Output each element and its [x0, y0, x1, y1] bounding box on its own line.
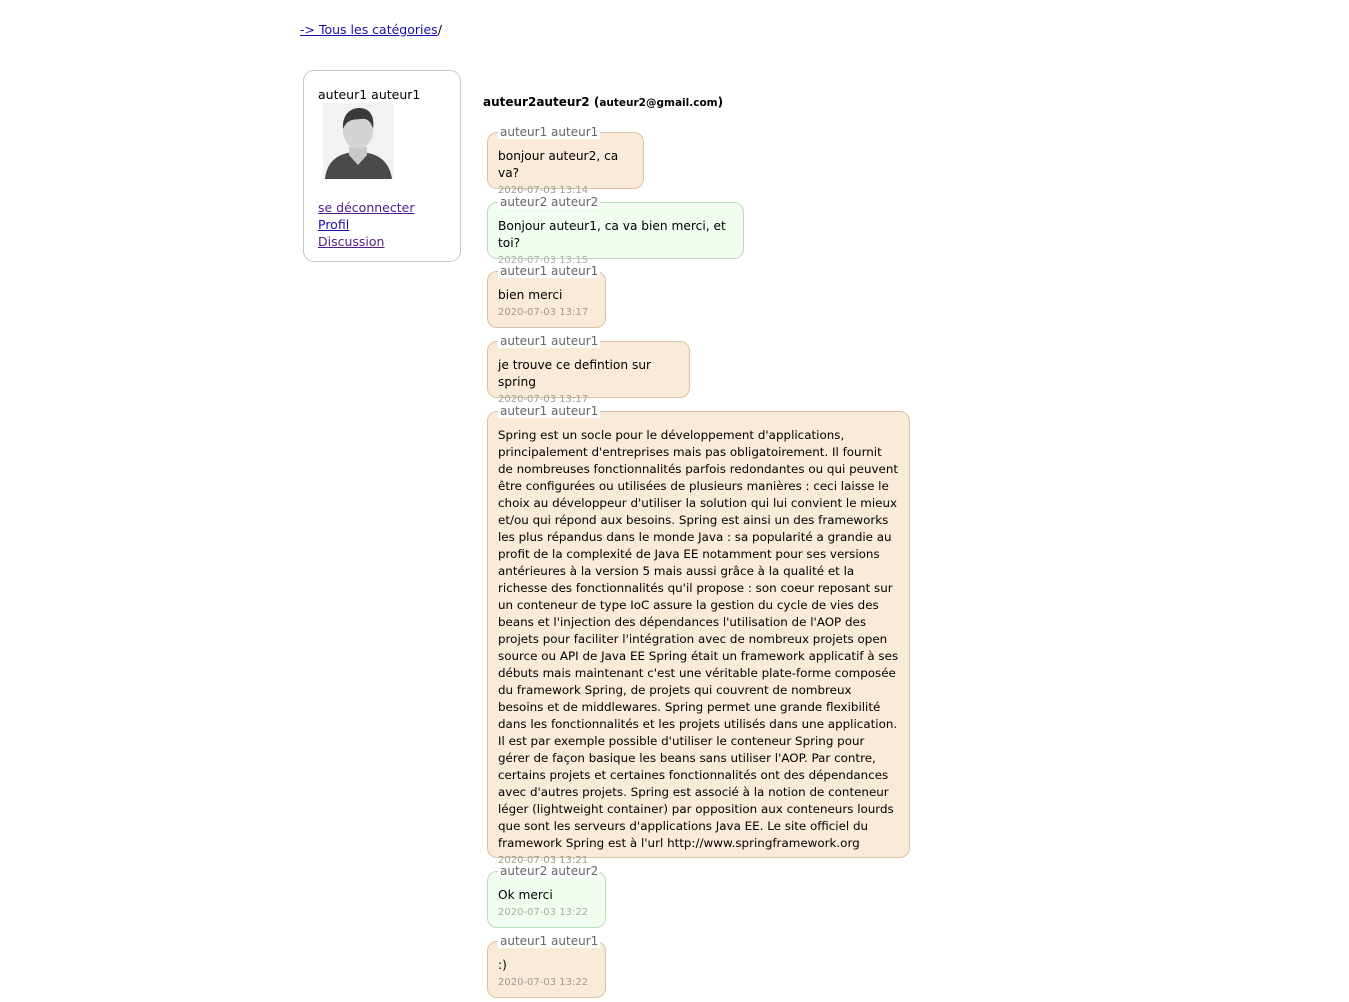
- message-author: auteur1 auteur1: [498, 125, 601, 139]
- breadcrumb-separator: /: [437, 22, 442, 37]
- message-text: bonjour auteur2, ca va?: [498, 149, 619, 180]
- message-author: auteur1 auteur1: [498, 404, 601, 418]
- user-name: auteur1 auteur1: [318, 87, 421, 102]
- message-time: 2020-07-03 13:17: [498, 307, 589, 318]
- person-avatar-icon: [323, 103, 394, 179]
- message-author: auteur1 auteur1: [498, 934, 601, 948]
- message-time: 2020-07-03 13:22: [498, 907, 589, 918]
- message-time: 2020-07-03 13:22: [498, 977, 589, 988]
- message-bubble: auteur1 auteur1 bonjour auteur2, ca va? …: [487, 125, 644, 196]
- message-text: bien merci: [498, 288, 563, 302]
- message-bubble: auteur1 auteur1 Spring est un socle pour…: [487, 404, 910, 866]
- message-author: auteur1 auteur1: [498, 264, 601, 278]
- message-bubble: auteur1 auteur1 je trouve ce defintion s…: [487, 334, 690, 405]
- profile-link[interactable]: Profil: [318, 216, 414, 233]
- breadcrumb: -> Tous les catégories/: [300, 22, 442, 37]
- message-text: Bonjour auteur1, ca va bien merci, et to…: [498, 219, 726, 250]
- message-text: :): [498, 958, 507, 972]
- logout-link[interactable]: se déconnecter: [318, 199, 414, 216]
- message-text: Ok merci: [498, 888, 553, 902]
- message-bubble: auteur1 auteur1 :) 2020-07-03 13:22: [487, 934, 606, 998]
- discussion-link[interactable]: Discussion: [318, 233, 414, 250]
- message-text: Spring est un socle pour le développemen…: [498, 428, 899, 850]
- message-author: auteur2 auteur2: [498, 195, 601, 209]
- message-author: auteur2 auteur2: [498, 864, 601, 878]
- user-links: se déconnecter Profil Discussion: [318, 199, 414, 250]
- contact-email-close: ): [717, 95, 724, 109]
- all-categories-link[interactable]: -> Tous les catégories: [300, 22, 438, 37]
- message-bubble: auteur2 auteur2 Ok merci 2020-07-03 13:2…: [487, 864, 606, 928]
- user-card: auteur1 auteur1 se déconnecter Profil Di…: [303, 70, 461, 262]
- contact-email: auteur2@gmail.com: [599, 97, 718, 109]
- message-text: je trouve ce defintion sur spring: [498, 358, 652, 389]
- message-bubble: auteur1 auteur1 bien merci 2020-07-03 13…: [487, 264, 606, 328]
- message-bubble: auteur2 auteur2 Bonjour auteur1, ca va b…: [487, 195, 744, 266]
- message-author: auteur1 auteur1: [498, 334, 601, 348]
- conversation-header: auteur2auteur2 (auteur2@gmail.com): [483, 95, 723, 109]
- contact-name: auteur2auteur2: [483, 95, 590, 109]
